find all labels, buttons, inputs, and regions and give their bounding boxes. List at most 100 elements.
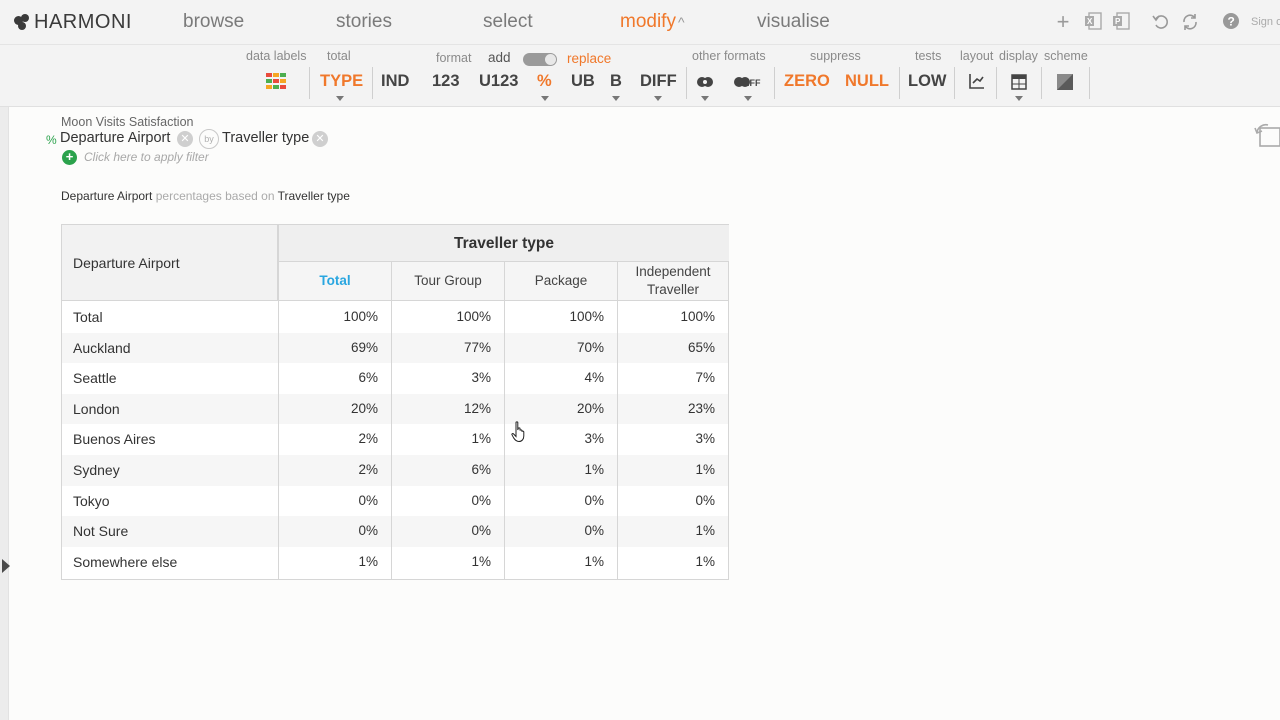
scheme-swatch-icon[interactable] (1057, 74, 1073, 95)
table-cell[interactable]: 65% (688, 340, 715, 355)
table-row[interactable]: London 20% 12% 20% 23% (62, 393, 728, 425)
plus-icon[interactable]: + (1053, 11, 1073, 33)
table-row[interactable]: Buenos Aires 2% 1% 3% 3% (62, 424, 728, 455)
nav-modify[interactable]: modify ^ (620, 11, 685, 33)
table-row[interactable]: Sydney 2% 6% 1% 1% (62, 455, 728, 486)
column-header-independent-traveller[interactable]: Independent Traveller (618, 262, 728, 301)
column-header-total[interactable]: Total (279, 262, 391, 301)
table-cell[interactable]: 6% (471, 462, 491, 477)
table-cell[interactable]: 0% (471, 493, 491, 508)
table-cell[interactable]: 23% (688, 401, 715, 416)
table-cell[interactable]: 1% (584, 554, 604, 569)
table-cell[interactable]: 0% (471, 523, 491, 538)
row-label[interactable]: London (73, 401, 120, 417)
table-cell[interactable]: 0% (584, 493, 604, 508)
excel-export-icon[interactable]: X (1083, 12, 1103, 32)
powerpoint-export-icon[interactable]: P (1111, 12, 1131, 32)
table-cell[interactable]: 0% (358, 493, 378, 508)
table-cell[interactable]: 1% (471, 431, 491, 446)
table-row[interactable]: Not Sure 0% 0% 0% 1% (62, 516, 728, 547)
expand-panel-arrow-icon[interactable] (2, 559, 10, 573)
column-variable-chip[interactable]: Traveller type (222, 130, 309, 146)
b-dropdown-icon[interactable] (612, 96, 620, 101)
nav-browse[interactable]: browse (183, 11, 244, 33)
table-cell[interactable]: 1% (584, 462, 604, 477)
table-cell[interactable]: 12% (464, 401, 491, 416)
suppress-zero-button[interactable]: ZERO (784, 72, 830, 91)
type-button[interactable]: TYPE (320, 72, 363, 91)
data-labels-heatmap-icon[interactable] (266, 72, 286, 95)
table-cell[interactable]: 4% (584, 370, 604, 385)
row-label[interactable]: Seattle (73, 370, 117, 386)
table-cell[interactable]: 100% (456, 309, 491, 324)
remove-column-variable-icon[interactable]: ✕ (312, 131, 328, 147)
diff-dropdown-icon[interactable] (654, 96, 662, 101)
table-row[interactable]: Total 100% 100% 100% 100% (62, 302, 728, 333)
display-table-icon[interactable] (1011, 74, 1027, 95)
table-cell[interactable]: 1% (695, 554, 715, 569)
table-row[interactable]: Seattle 6% 3% 4% 7% (62, 363, 728, 394)
table-cell[interactable]: 100% (343, 309, 378, 324)
nav-stories[interactable]: stories (336, 11, 392, 33)
percent-dropdown-icon[interactable] (541, 96, 549, 101)
table-row[interactable]: Somewhere else 1% 1% 1% 1% (62, 547, 728, 578)
table-cell[interactable]: 0% (695, 493, 715, 508)
row-label[interactable]: Not Sure (73, 523, 128, 539)
row-label[interactable]: Tokyo (73, 493, 110, 509)
ind-button[interactable]: IND (381, 72, 409, 91)
table-row[interactable]: Auckland 69% 77% 70% 65% (62, 332, 728, 364)
display-dropdown-icon[interactable] (1015, 96, 1023, 101)
other-formats-dropdown-icon[interactable] (701, 96, 709, 101)
table-cell[interactable]: 2% (358, 462, 378, 477)
sign-in-link[interactable]: Sign o (1251, 16, 1280, 28)
refresh-icon[interactable] (1180, 12, 1200, 32)
table-cell[interactable]: 70% (577, 340, 604, 355)
column-header-tour-group[interactable]: Tour Group (392, 262, 504, 301)
table-cell[interactable]: 100% (569, 309, 604, 324)
table-cell[interactable]: 69% (351, 340, 378, 355)
table-cell[interactable]: 3% (695, 431, 715, 446)
table-cell[interactable]: 1% (471, 554, 491, 569)
row-label[interactable]: Buenos Aires (73, 431, 156, 447)
table-cell[interactable]: 1% (695, 523, 715, 538)
tests-low-button[interactable]: LOW (908, 72, 947, 91)
table-cell[interactable]: 20% (577, 401, 604, 416)
table-cell[interactable]: 6% (358, 370, 378, 385)
type-dropdown-icon[interactable] (336, 96, 344, 101)
row-label[interactable]: Sydney (73, 462, 120, 478)
nav-visualise[interactable]: visualise (757, 11, 830, 33)
other-format-circles-icon[interactable] (696, 73, 714, 96)
apply-filter-link[interactable]: Click here to apply filter (84, 150, 209, 164)
table-cell[interactable]: 77% (464, 340, 491, 355)
nav-select[interactable]: select (483, 11, 533, 33)
other-diff-dropdown-icon[interactable] (744, 96, 752, 101)
table-cell[interactable]: 0% (358, 523, 378, 538)
harmoni-logo[interactable]: HARMONI (12, 10, 132, 34)
other-format-diff-icon[interactable]: IFF (733, 73, 763, 96)
table-cell[interactable]: 0% (584, 523, 604, 538)
format-u123-button[interactable]: U123 (479, 72, 518, 91)
row-label[interactable]: Total (73, 309, 103, 325)
reset-view-icon[interactable] (1254, 122, 1280, 148)
table-cell[interactable]: 100% (680, 309, 715, 324)
add-replace-toggle[interactable] (523, 53, 557, 66)
format-b-button[interactable]: B (610, 72, 622, 91)
undo-icon[interactable] (1151, 12, 1171, 32)
column-header-package[interactable]: Package (505, 262, 617, 301)
format-percent-button[interactable]: % (537, 72, 552, 91)
layout-chart-icon[interactable] (969, 73, 985, 94)
column-group-header[interactable]: Traveller type (279, 225, 729, 262)
row-label[interactable]: Auckland (73, 340, 131, 356)
format-123-button[interactable]: 123 (432, 72, 460, 91)
table-cell[interactable]: 7% (695, 370, 715, 385)
table-cell[interactable]: 1% (695, 462, 715, 477)
remove-row-variable-icon[interactable]: ✕ (177, 131, 193, 147)
table-cell[interactable]: 1% (358, 554, 378, 569)
row-label[interactable]: Somewhere else (73, 554, 177, 570)
table-cell[interactable]: 2% (358, 431, 378, 446)
table-cell[interactable]: 20% (351, 401, 378, 416)
format-ub-button[interactable]: UB (571, 72, 595, 91)
help-icon[interactable]: ? (1221, 12, 1241, 32)
table-cell[interactable]: 3% (471, 370, 491, 385)
add-filter-icon[interactable]: + (62, 150, 77, 165)
